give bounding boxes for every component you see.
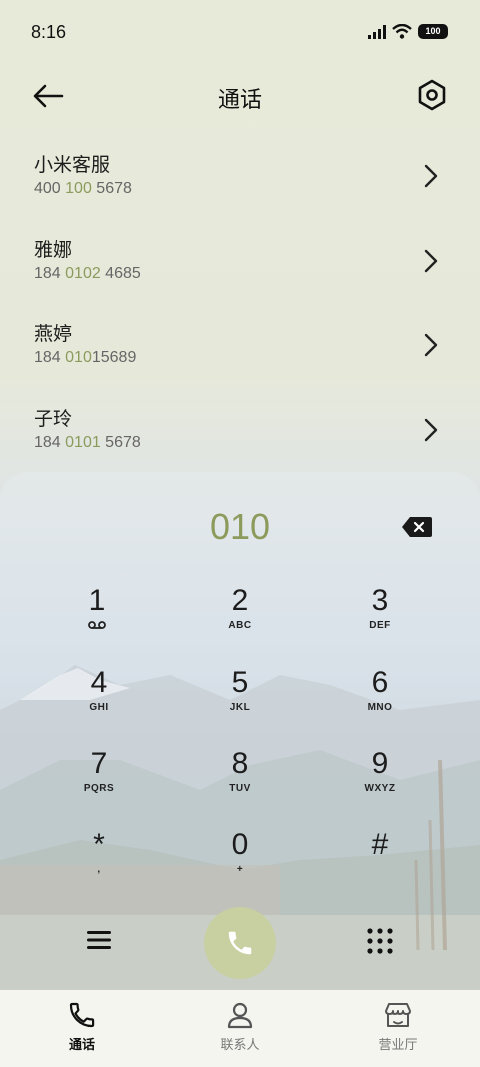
dial-key-6[interactable]: 6 MNO	[325, 666, 435, 736]
contact-name: 雅娜	[34, 238, 73, 261]
keypad-grid-icon[interactable]	[366, 927, 394, 955]
chevron-right-icon	[424, 249, 438, 272]
contact-row[interactable]: 燕婷 184 01015689	[0, 303, 480, 388]
nav-tab-calls[interactable]: 通话	[22, 1000, 142, 1053]
contact-name: 子玲	[34, 407, 73, 430]
contact-number: 184 01015689	[34, 349, 137, 366]
dial-key-4[interactable]: 4 GHI	[44, 666, 154, 736]
contact-row[interactable]: 雅娜 184 0102 4685	[0, 219, 480, 304]
call-button[interactable]	[204, 907, 276, 979]
phone-call-icon	[228, 931, 252, 955]
header: 通话	[0, 70, 480, 120]
contact-row[interactable]: 子玲 184 0101 5678	[0, 388, 480, 473]
menu-icon[interactable]	[85, 928, 113, 952]
chevron-right-icon	[424, 418, 438, 441]
contact-number: 184 0101 5678	[34, 433, 141, 451]
dial-key-hash[interactable]: #	[325, 828, 435, 898]
chevron-right-icon	[424, 333, 438, 357]
bottom-nav: 通话 联系人 营业厅	[0, 990, 480, 1067]
phone-icon	[69, 1002, 95, 1028]
settings-hexagon-icon[interactable]	[416, 78, 448, 112]
signal-icon	[368, 24, 386, 39]
dialpad-panel: 010 1 2 ABC 3 DEF 4 GHI 5 JKL 6 MNO 7 PQ…	[0, 472, 480, 990]
contact-name: 小米客服	[34, 154, 111, 176]
backspace-icon[interactable]	[401, 516, 433, 538]
contact-name: 燕婷	[34, 323, 73, 345]
contact-list: 小米客服 400 100 5678 雅娜 184 0102 4685 燕婷 18…	[0, 134, 480, 472]
nav-tab-store[interactable]: 营业厅	[338, 1000, 458, 1053]
dial-key-7[interactable]: 7 PQRS	[44, 747, 154, 817]
contact-number: 184 0102 4685	[34, 264, 141, 282]
dial-key-9[interactable]: 9 WXYZ	[325, 747, 435, 817]
dial-key-0[interactable]: 0 +	[185, 828, 295, 898]
status-time: 8:16	[31, 22, 67, 42]
wifi-icon	[392, 24, 412, 39]
dial-key-5[interactable]: 5 JKL	[185, 666, 295, 736]
contact-number: 400 100 5678	[34, 180, 132, 197]
status-bar: 8:16 100	[0, 0, 480, 66]
dial-key-1[interactable]: 1	[42, 584, 152, 654]
contact-row[interactable]: 小米客服 400 100 5678	[0, 134, 480, 219]
dial-key-star[interactable]: * ,	[44, 828, 154, 898]
status-icons: 100	[368, 24, 448, 39]
store-icon	[385, 1003, 411, 1027]
battery-icon: 100	[418, 24, 448, 39]
nav-tab-contacts[interactable]: 联系人	[180, 1000, 300, 1053]
person-icon	[227, 1002, 253, 1029]
chevron-right-icon	[424, 164, 438, 188]
page-title: 通话	[217, 88, 262, 113]
dial-key-3[interactable]: 3 DEF	[325, 584, 435, 654]
voicemail-icon	[88, 621, 106, 629]
dial-key-8[interactable]: 8 TUV	[185, 747, 295, 817]
dial-key-2[interactable]: 2 ABC	[185, 584, 295, 654]
